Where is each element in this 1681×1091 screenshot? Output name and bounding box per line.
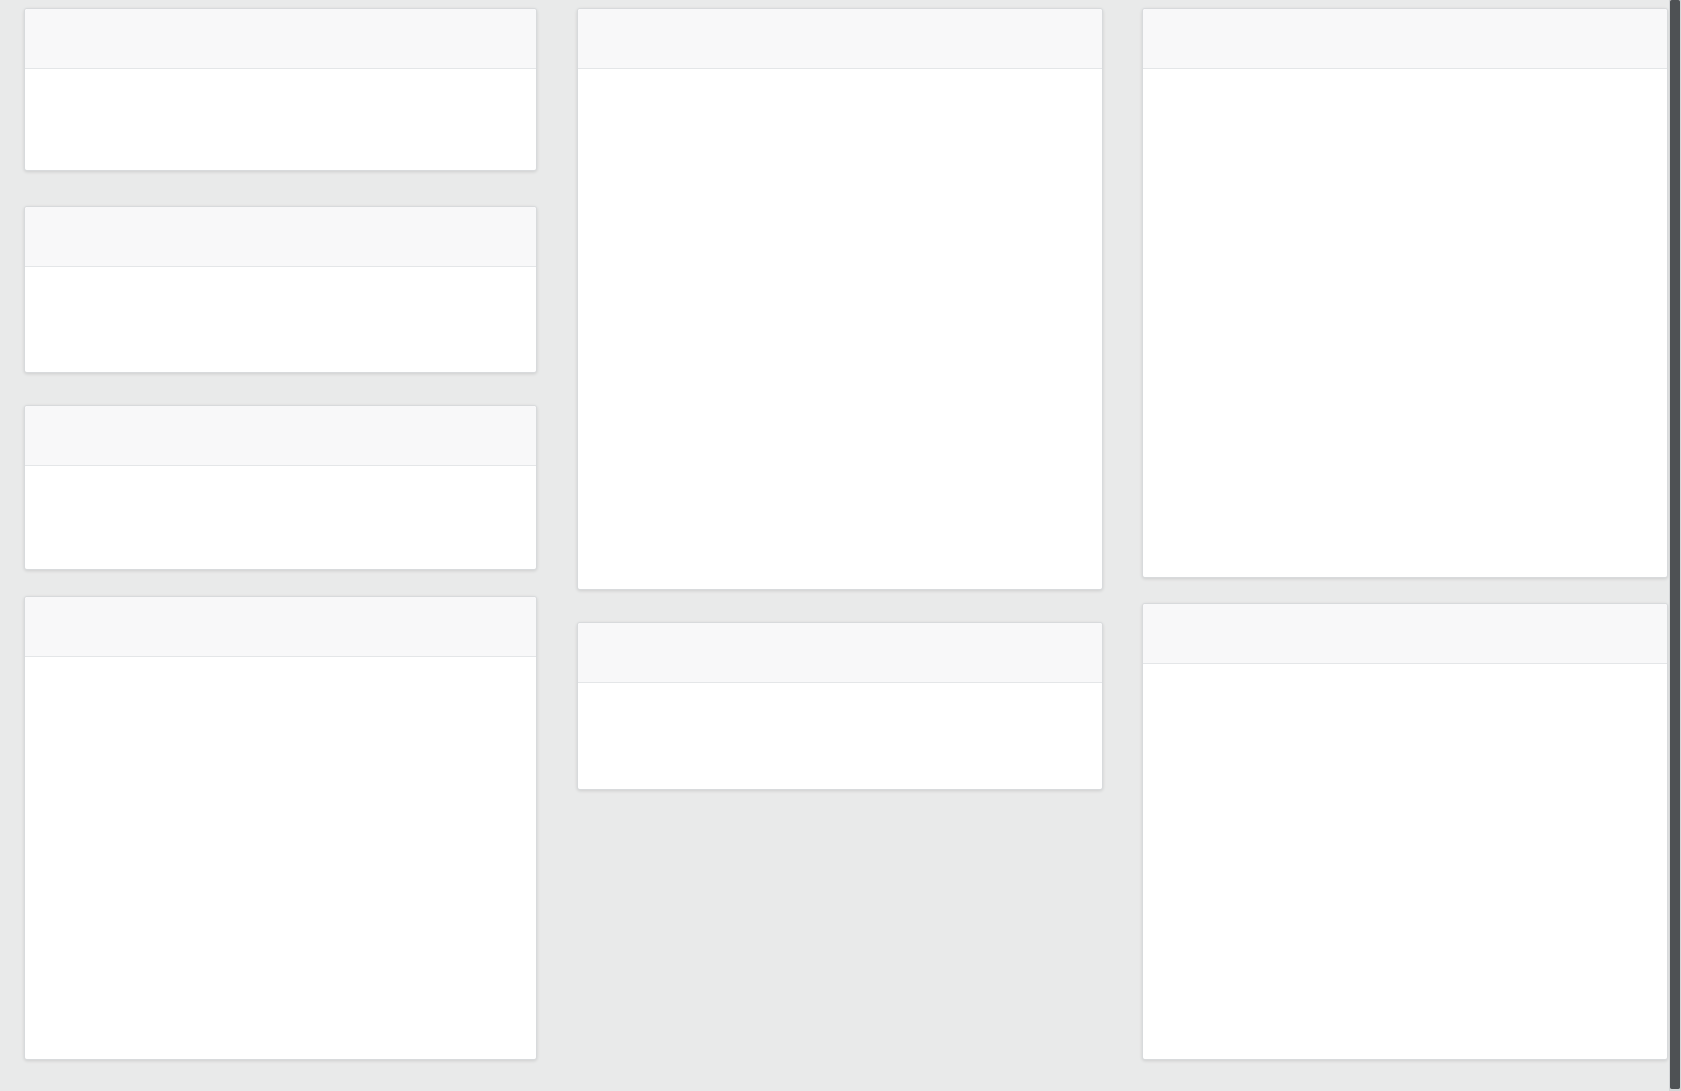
panel-header	[25, 207, 536, 267]
panel-today-estimate	[577, 622, 1103, 790]
panel-header	[25, 406, 536, 466]
scrollbar-thumb[interactable]	[1670, 0, 1680, 1089]
status-circle-icon	[156, 96, 210, 150]
stat-body	[25, 267, 536, 372]
status-circle-up-icon	[158, 293, 214, 349]
panel-day-gap	[24, 206, 537, 373]
dashboard	[0, 0, 1681, 1091]
panel-compare-15days-chart	[24, 596, 537, 1060]
status-circle-down-icon	[158, 488, 214, 544]
status-circle-icon	[850, 708, 906, 764]
scrollbar[interactable]	[1669, 0, 1681, 1091]
e1-trend-chart[interactable]	[1143, 604, 1667, 1059]
panel-month-usage	[24, 405, 537, 570]
panel-header	[1143, 9, 1667, 69]
panel-yesterday-usage	[24, 8, 537, 171]
realtime-donut-chart[interactable]	[578, 9, 1102, 589]
panel-realtime-donut	[577, 8, 1103, 590]
panel-e1-trend-chart	[1142, 603, 1668, 1060]
stat-body	[578, 683, 1102, 789]
stat-body	[25, 466, 536, 569]
panel-header	[25, 9, 536, 69]
compare-15days-chart[interactable]	[25, 597, 536, 1059]
panel-header	[578, 623, 1102, 683]
stat-body	[25, 69, 536, 170]
panel-yesterday-lights	[1142, 8, 1668, 578]
